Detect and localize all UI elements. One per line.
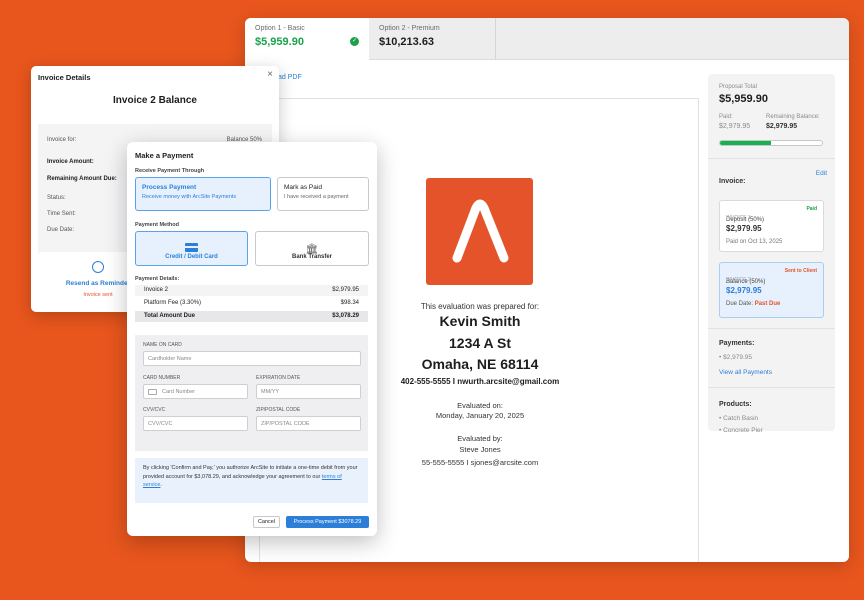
card-number-label: CARD NUMBER — [143, 375, 181, 381]
expiration-label: EXPIRATION DATE — [256, 375, 301, 381]
row-label: Invoice 2 — [144, 287, 169, 293]
credit-card-icon — [185, 243, 198, 252]
remaining-summary: Remaining Balance: $2,979.95 — [766, 114, 830, 130]
products-section: Products: • Catch Basin • Concrete Pier — [719, 401, 827, 434]
check-circle-icon: ✓ — [350, 37, 359, 46]
due-date-label: Due Date: — [47, 227, 75, 233]
row-label: Total Amount Due — [144, 313, 195, 319]
invoice-section-header: Invoice: Edit — [719, 170, 827, 188]
method-label: Bank Transfer — [291, 254, 333, 260]
zip-label: ZIP/POSTAL CODE — [256, 407, 301, 413]
row-value: $2,979.95 — [332, 287, 359, 293]
table-row: Platform Fee (3.30%) $98.34 — [135, 298, 368, 309]
payment-progress-bar — [719, 140, 823, 146]
invoice-title: INVOICE 1 — [726, 215, 751, 221]
name-on-card-label: NAME ON CARD — [143, 342, 182, 348]
option-price: $10,213.63 — [379, 36, 435, 48]
status-badge: Sent to Client — [784, 268, 817, 274]
option-title: Mark as Paid — [284, 184, 322, 191]
view-all-payments-link[interactable]: View all Payments — [719, 369, 827, 376]
option-subtitle: I have received a payment — [284, 194, 349, 200]
remaining-due-label: Remaining Amount Due: — [47, 176, 117, 182]
status-label: Status: — [47, 195, 66, 201]
card-number-input[interactable]: Card Number — [143, 384, 248, 399]
table-row-total: Total Amount Due $3,078.29 — [135, 311, 368, 322]
paid-value: $2,979.95 — [719, 123, 751, 130]
dialog-title: Invoice Details — [38, 73, 91, 82]
process-payment-option[interactable]: Process Payment Receive money with ArcSi… — [135, 177, 271, 211]
proposal-total-section: Proposal Total $5,959.90 — [719, 84, 827, 105]
payment-list-item: • $2,979.95 — [719, 354, 753, 361]
status-badge: Paid — [806, 206, 817, 212]
dialog-title: Make a Payment — [135, 151, 194, 160]
option-title: Process Payment — [142, 184, 197, 191]
expiration-input[interactable]: MM/YY — [256, 384, 361, 399]
invoice-amount-label: Invoice Amount: — [47, 159, 94, 165]
products-label: Products: — [719, 401, 752, 408]
edit-invoices-link[interactable]: Edit — [816, 170, 827, 177]
card-icon — [148, 389, 157, 395]
product-list-item: • Concrete Pier — [719, 427, 763, 434]
progress-fill — [720, 141, 771, 145]
cvv-input[interactable]: CVV/CVC — [143, 416, 248, 431]
table-row: Invoice 2 $2,979.95 — [135, 285, 368, 296]
invoice-title: INVOICE 2 — [726, 277, 751, 283]
proposal-total-label: Proposal Total — [719, 84, 757, 90]
invoice-card-2[interactable]: INVOICE 2 Sent to Client Balance (50%) $… — [719, 262, 824, 318]
option-price: $5,959.90 — [255, 36, 304, 48]
product-list-item: • Catch Basin — [719, 415, 759, 422]
row-value: $98.34 — [340, 300, 359, 306]
authorization-notice: By clicking 'Confirm and Pay,' you autho… — [135, 458, 368, 503]
option-tabs: Option 1 - Basic $5,959.90 ✓ Option 2 - … — [245, 18, 849, 60]
due-date-label: Due Date: — [726, 301, 754, 307]
method-bank-transfer[interactable]: 🏛 Bank Transfer — [255, 231, 369, 266]
method-label: Credit / Debit Card — [165, 254, 218, 260]
row-label: Platform Fee (3.30%) — [144, 300, 202, 306]
invoice-label: Invoice: — [719, 178, 746, 185]
past-due-value: Past Due — [754, 301, 781, 307]
option-label: Option 2 - Premium — [379, 25, 440, 32]
bank-icon: 🏛 — [305, 244, 319, 255]
mark-as-paid-option[interactable]: Mark as Paid I have received a payment — [277, 177, 369, 211]
tab-option-basic[interactable]: Option 1 - Basic $5,959.90 ✓ — [245, 18, 369, 60]
download-pdf-link[interactable]: ad PDF — [278, 74, 302, 81]
invoice-note: Paid on Oct 13, 2025 — [726, 239, 783, 245]
paid-summary: Paid: $2,979.95 — [719, 114, 769, 130]
proposal-total-value: $5,959.90 — [719, 93, 768, 105]
invoice-for-label: Invoice for: — [47, 137, 77, 143]
invoice-heading: Invoice 2 Balance — [113, 95, 197, 106]
remaining-label: Remaining Balance: — [766, 114, 820, 120]
method-credit-card[interactable]: Credit / Debit Card — [135, 231, 248, 266]
invoice-amount: $2,979.95 — [726, 286, 762, 295]
card-details-form: NAME ON CARD Cardholder Name CARD NUMBER… — [135, 335, 368, 451]
option-subtitle: Receive money with ArcSite Payments — [142, 194, 237, 200]
row-value: $3,078.29 — [332, 313, 359, 319]
receive-through-label: Receive Payment Through — [135, 168, 205, 174]
alarm-clock-icon — [92, 261, 104, 273]
tab-option-premium[interactable]: Option 2 - Premium $10,213.63 — [369, 18, 496, 60]
time-sent-label: Time Sent: — [47, 211, 76, 217]
payment-method-label: Payment Method — [135, 222, 180, 228]
process-payment-button[interactable]: Process Payment $3078.29 — [286, 516, 369, 528]
arcsite-logo — [426, 178, 533, 285]
cvv-label: CVV/CVC — [143, 407, 166, 413]
cancel-button[interactable]: Cancel — [253, 516, 280, 528]
proposal-sidebar: Proposal Total $5,959.90 Paid: $2,979.95… — [708, 74, 835, 434]
zip-input[interactable]: ZIP/POSTAL CODE — [256, 416, 361, 431]
option-label: Option 1 - Basic — [255, 25, 305, 32]
paid-label: Paid: — [719, 114, 733, 120]
card-number-placeholder: Card Number — [162, 389, 196, 395]
cardholder-name-input[interactable]: Cardholder Name — [143, 351, 361, 366]
invoice-card-1[interactable]: INVOICE 1 Paid Deposit (50%) $2,979.95 P… — [719, 200, 824, 252]
payments-label: Payments: — [719, 340, 755, 347]
payment-details-label: Payment Details: — [135, 276, 180, 282]
make-payment-dialog: Make a Payment Receive Payment Through P… — [127, 142, 377, 536]
payments-section: Payments: • $2,979.95 View all Payments — [719, 340, 827, 376]
remaining-value: $2,979.95 — [766, 123, 798, 130]
close-icon[interactable]: × — [267, 69, 273, 80]
invoice-amount: $2,979.95 — [726, 224, 762, 233]
